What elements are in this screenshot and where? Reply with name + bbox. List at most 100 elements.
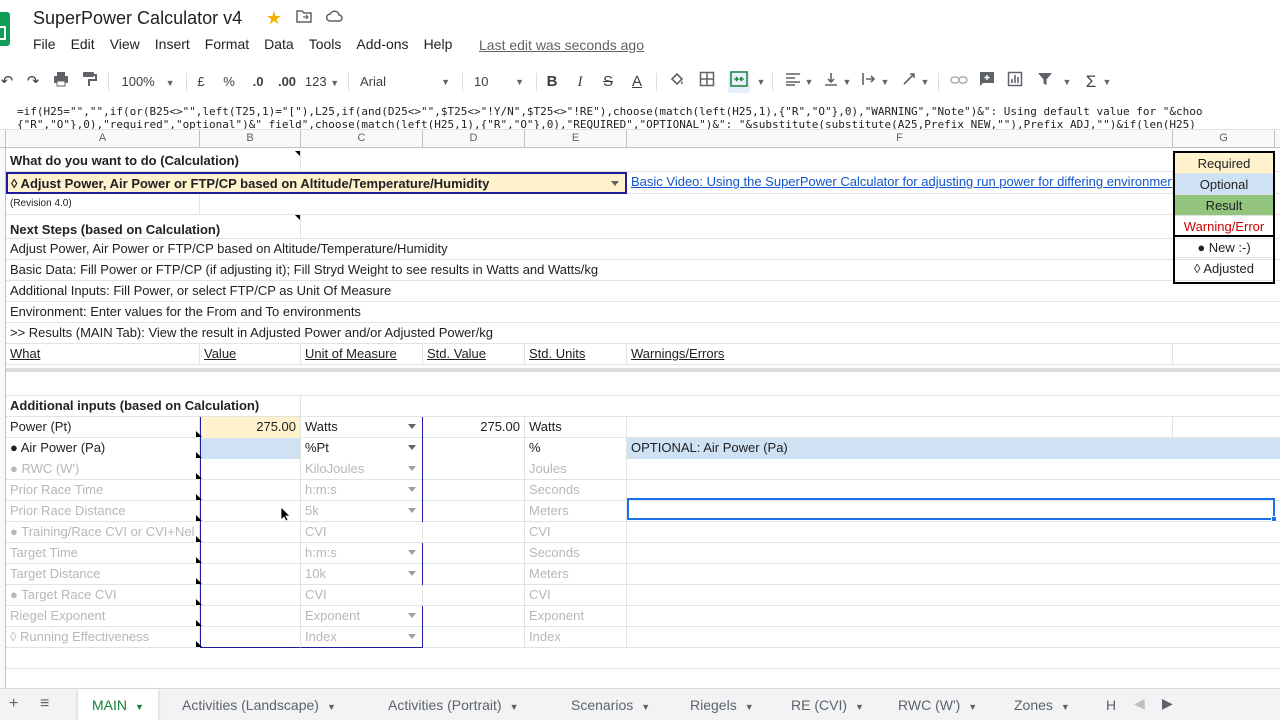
tab-rwc[interactable]: RWC (W') ▼ [884,689,991,720]
column-header-g[interactable]: G [1173,130,1275,148]
percent-format-button[interactable]: % [222,71,236,93]
chevron-down-icon[interactable]: ▼ [920,71,930,93]
increase-decimal-button[interactable]: .00 [276,71,298,93]
menu-addons[interactable]: Add-ons [356,36,408,52]
sheets-logo-icon[interactable] [0,12,10,46]
move-folder-icon[interactable] [295,9,313,27]
undo-icon[interactable]: ↶ [0,71,14,93]
basic-video-link[interactable]: Basic Video: Using the SuperPower Calcul… [627,172,1173,194]
calculation-dropdown[interactable]: ◊ Adjust Power, Air Power or FTP/CP base… [6,172,627,194]
vertical-align-icon[interactable] [822,71,840,93]
input-value[interactable] [200,627,301,648]
strikethrough-icon[interactable]: S [600,71,616,93]
input-value[interactable] [200,522,301,543]
currency-format-button[interactable]: £ [194,71,208,93]
input-value[interactable] [200,564,301,585]
fill-handle[interactable] [1271,516,1277,522]
chevron-down-icon[interactable]: ▼ [804,71,814,93]
fill-color-icon[interactable] [668,71,686,93]
input-uom-dropdown[interactable]: 5k [301,501,423,522]
print-icon[interactable] [52,71,70,93]
zoom-select[interactable]: 100% ▼ [118,71,178,93]
chevron-down-icon[interactable]: ▼ [842,71,852,93]
input-value[interactable] [200,480,301,501]
menu-insert[interactable]: Insert [155,36,190,52]
tab-activities-portrait[interactable]: Activities (Portrait) ▼ [374,689,533,720]
chevron-down-icon[interactable]: ▼ [1102,71,1112,93]
input-value[interactable] [200,606,301,627]
calc-header-cell[interactable]: What do you want to do (Calculation) [6,151,301,172]
menu-data[interactable]: Data [264,36,294,52]
align-left-icon[interactable] [784,71,802,93]
tab-zones[interactable]: Zones ▼ [1000,689,1084,720]
input-uom-dropdown[interactable]: Watts [301,417,423,438]
borders-icon[interactable] [698,71,716,93]
functions-icon[interactable]: Σ [1082,71,1100,93]
insert-link-icon[interactable] [950,71,968,93]
column-header-b[interactable]: B [200,130,301,148]
column-header-e[interactable]: E [525,130,627,148]
document-title[interactable]: SuperPower Calculator v4 [33,8,242,29]
tab-scenarios[interactable]: Scenarios ▼ [557,689,664,720]
tab-main[interactable]: MAIN ▼ [78,689,158,720]
frozen-rows-divider[interactable] [6,368,1280,372]
input-uom-dropdown[interactable]: %Pt [301,438,423,459]
input-value[interactable] [200,459,301,480]
formula-bar[interactable]: =if(H25="","",if(or(B25<>"",left(T25,1)=… [0,100,1280,130]
filter-icon[interactable] [1036,71,1054,93]
chevron-down-icon[interactable]: ▼ [1062,71,1072,93]
tab-activities-landscape[interactable]: Activities (Landscape) ▼ [168,689,350,720]
column-header-d[interactable]: D [423,130,525,148]
legend-required: Required [1175,153,1273,174]
redo-icon[interactable]: ↷ [24,71,42,93]
menu-edit[interactable]: Edit [71,36,95,52]
menu-tools[interactable]: Tools [309,36,342,52]
input-uom-dropdown[interactable]: h:m:s [301,480,423,501]
text-wrap-icon[interactable] [860,71,878,93]
text-color-icon[interactable]: A [628,71,646,93]
italic-icon[interactable]: I [572,71,588,93]
input-std-value [423,627,525,648]
input-uom-dropdown[interactable]: Exponent [301,606,423,627]
input-value[interactable] [200,585,301,606]
menu-help[interactable]: Help [424,36,453,52]
column-header-c[interactable]: C [301,130,423,148]
collapse-arrow-icon[interactable] [1275,130,1280,148]
menu-view[interactable]: View [110,36,140,52]
insert-comment-icon[interactable] [978,71,996,93]
add-sheet-icon[interactable]: + [9,695,18,713]
tab-h[interactable]: H [1092,689,1118,720]
more-formats-button[interactable]: 123 ▼ [304,71,340,93]
column-header-f[interactable]: F [627,130,1173,148]
menu-format[interactable]: Format [205,36,249,52]
input-uom-dropdown[interactable]: Index [301,627,423,648]
chevron-down-icon[interactable]: ▼ [756,71,766,93]
scroll-tabs-right-icon[interactable]: ▶ [1162,695,1173,712]
font-size-select[interactable]: 10 ▼ [470,71,528,93]
menu-file[interactable]: File [33,36,56,52]
selected-cell[interactable] [627,498,1277,522]
input-uom-dropdown[interactable]: 10k [301,564,423,585]
bold-icon[interactable]: B [544,71,560,93]
scroll-tabs-left-icon[interactable]: ◀ [1134,695,1145,712]
font-select[interactable]: Arial ▼ [356,71,454,93]
star-icon[interactable]: ★ [265,9,283,27]
text-rotation-icon[interactable] [900,71,918,93]
paint-format-icon[interactable] [80,71,98,93]
chevron-down-icon: ▼ [515,77,524,87]
input-uom-dropdown[interactable]: KiloJoules [301,459,423,480]
all-sheets-icon[interactable]: ≡ [40,695,49,713]
insert-chart-icon[interactable] [1006,71,1024,93]
input-value[interactable]: 275.00 [200,417,301,438]
cloud-status-icon[interactable] [325,9,343,27]
column-header-a[interactable]: A [6,130,200,148]
chevron-down-icon[interactable]: ▼ [880,71,890,93]
decrease-decimal-button[interactable]: .0 [249,71,267,93]
merge-cells-icon[interactable] [728,71,750,93]
tab-riegels[interactable]: Riegels ▼ [676,689,768,720]
input-value[interactable] [200,438,301,459]
tab-re-cvi[interactable]: RE (CVI) ▼ [777,689,878,720]
input-uom-dropdown[interactable]: h:m:s [301,543,423,564]
input-value[interactable] [200,543,301,564]
last-edit-link[interactable]: Last edit was seconds ago [479,37,644,53]
